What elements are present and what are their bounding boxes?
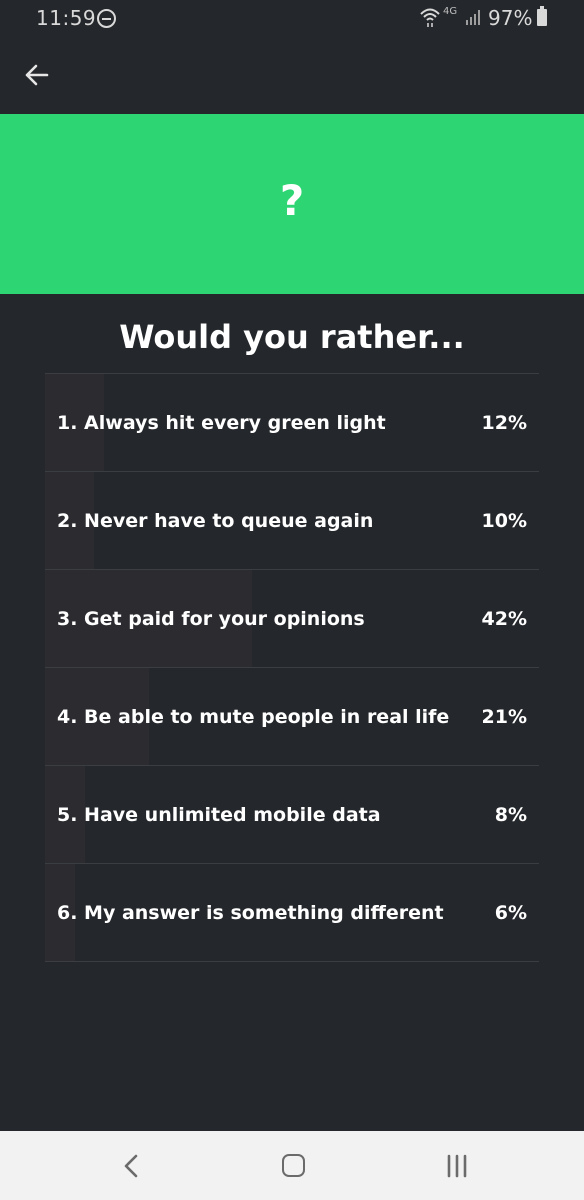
system-nav-bar <box>0 1131 584 1200</box>
option-3[interactable]: 3. Get paid for your opinions 42% <box>45 570 539 668</box>
options-list: 1. Always hit every green light 12% 2. N… <box>45 373 539 962</box>
status-time: 11:59 <box>36 6 97 30</box>
app-bar <box>0 36 584 114</box>
recents-icon[interactable] <box>444 1153 470 1179</box>
network-type: 4G <box>443 6 458 17</box>
option-percent: 10% <box>481 510 527 532</box>
option-label: 1. Always hit every green light <box>57 412 386 434</box>
question-mark-icon: ? <box>279 176 305 225</box>
question-title: Would you rather... <box>119 318 465 356</box>
option-percent: 6% <box>494 902 527 924</box>
signal-icon <box>466 10 480 25</box>
status-bar: 11:59 4G 97% <box>0 0 584 36</box>
option-label: 6. My answer is something different <box>57 902 444 924</box>
option-label: 2. Never have to queue again <box>57 510 374 532</box>
option-percent: 42% <box>481 608 527 630</box>
battery-icon <box>537 6 547 26</box>
option-2[interactable]: 2. Never have to queue again 10% <box>45 472 539 570</box>
do-not-disturb-icon <box>97 9 116 28</box>
option-percent: 21% <box>481 706 527 728</box>
option-1[interactable]: 1. Always hit every green light 12% <box>45 374 539 472</box>
option-label: 5. Have unlimited mobile data <box>57 804 381 826</box>
option-4[interactable]: 4. Be able to mute people in real life 2… <box>45 668 539 766</box>
nav-back-icon[interactable] <box>118 1151 144 1181</box>
option-percent: 8% <box>494 804 527 826</box>
home-icon[interactable] <box>282 1154 305 1177</box>
option-percent: 12% <box>481 412 527 434</box>
battery-level: 97% <box>488 6 533 30</box>
option-label: 3. Get paid for your opinions <box>57 608 365 630</box>
wifi-icon <box>420 8 440 27</box>
option-6[interactable]: 6. My answer is something different 6% <box>45 864 539 962</box>
arrow-left-icon <box>25 64 49 86</box>
back-button[interactable] <box>20 58 54 92</box>
option-5[interactable]: 5. Have unlimited mobile data 8% <box>45 766 539 864</box>
option-label: 4. Be able to mute people in real life <box>57 706 450 728</box>
